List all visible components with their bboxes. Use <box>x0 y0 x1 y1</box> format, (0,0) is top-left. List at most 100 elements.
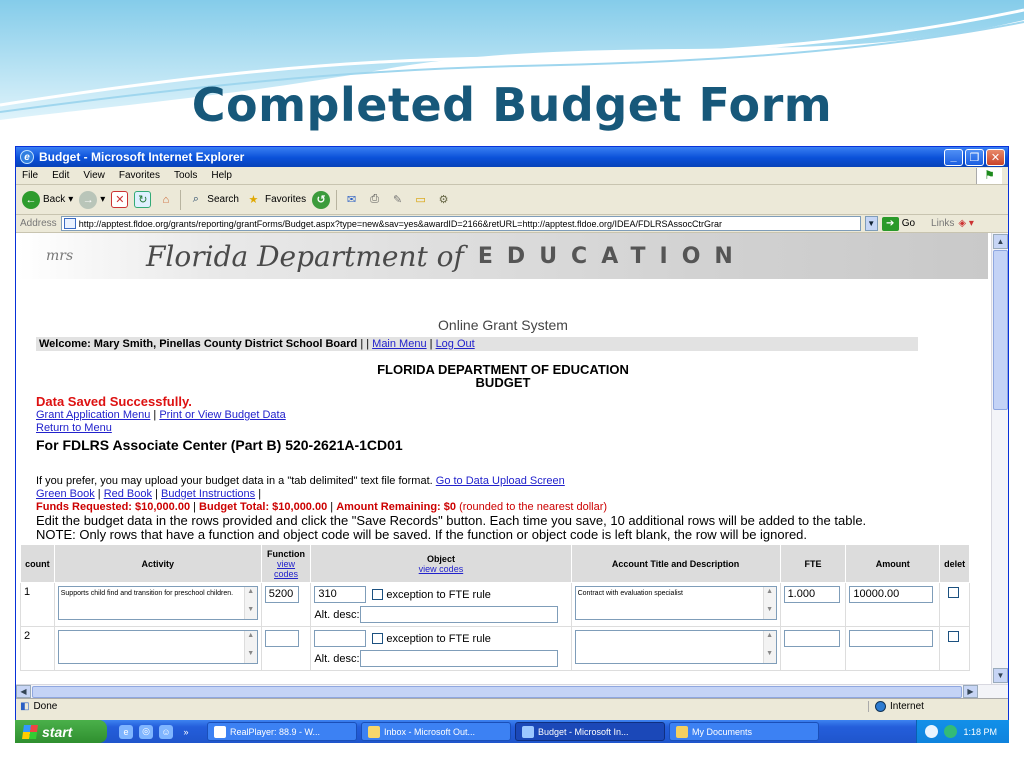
delete-checkbox[interactable] <box>947 630 959 642</box>
function-cell <box>260 626 312 671</box>
account-textarea[interactable]: ▲ ▼ <box>574 630 777 664</box>
menu-favorites[interactable]: Favorites <box>119 170 160 181</box>
nav-links-row: Grant Application Menu | Print or View B… <box>36 409 970 422</box>
home-icon[interactable]: ⌂ <box>157 191 174 208</box>
links-menu-icon[interactable]: ◈ ▾ <box>958 218 974 229</box>
table-row: 2 ▲ ▼ exception to FTE rule Alt. desc: ▲… <box>20 626 970 671</box>
amount-input[interactable] <box>849 630 934 647</box>
status-text: Done <box>33 701 58 712</box>
menu-help[interactable]: Help <box>211 170 232 181</box>
back-button[interactable]: ← Back ▾ <box>22 190 74 209</box>
close-button[interactable]: ✕ <box>986 148 1005 166</box>
scrollbar-thumb[interactable] <box>993 250 1008 410</box>
alt-desc-label: Alt. desc: <box>314 652 360 665</box>
ie-quicklaunch-icon[interactable]: e <box>119 724 133 739</box>
textarea-scrollbar[interactable]: ▲ ▼ <box>243 631 257 663</box>
budget-instructions-link[interactable]: Budget Instructions <box>161 488 255 500</box>
scroll-down-icon[interactable]: ▼ <box>993 668 1008 683</box>
mail-icon[interactable]: ✉ <box>343 191 360 208</box>
object-view-codes-link[interactable]: view codes <box>419 564 464 574</box>
link-separator: | <box>330 501 334 513</box>
fte-exception-checkbox[interactable] <box>372 633 384 645</box>
windows-logo-icon: ⚑ <box>976 167 1002 184</box>
address-input[interactable]: http://apptest.fldoe.org/grants/reportin… <box>60 216 861 231</box>
taskbar-item-my-documents[interactable]: My Documents <box>669 722 819 741</box>
amount-input[interactable]: 10000.00 <box>849 586 934 603</box>
links-button[interactable]: Links <box>931 218 954 229</box>
textarea-scrollbar[interactable]: ▲ ▼ <box>243 587 257 619</box>
save-note: NOTE: Only rows that have a function and… <box>36 527 808 542</box>
account-header: Account Title and Description <box>570 544 781 583</box>
upload-text: If you prefer, you may upload your budge… <box>36 475 433 487</box>
edit-icon[interactable]: ✎ <box>389 191 406 208</box>
tray-expand-icon[interactable] <box>925 725 939 738</box>
activity-textarea[interactable]: ▲ ▼ <box>57 630 258 664</box>
function-input[interactable] <box>264 630 299 647</box>
search-label: Search <box>207 194 239 205</box>
search-button[interactable]: ⌕ Search <box>187 191 239 208</box>
minimize-button[interactable]: _ <box>944 148 963 166</box>
data-upload-link[interactable]: Go to Data Upload Screen <box>436 475 565 487</box>
horizontal-scrollbar[interactable]: ◀ ▶ <box>16 684 1008 698</box>
menu-file[interactable]: File <box>22 170 38 181</box>
taskbar-item-inbox[interactable]: Inbox - Microsoft Out... <box>361 722 511 741</box>
forward-button[interactable]: → ▾ <box>79 190 105 209</box>
folder-icon[interactable]: ▭ <box>412 191 429 208</box>
favorites-button[interactable]: ★ Favorites <box>245 191 307 208</box>
scroll-left-icon[interactable]: ◀ <box>16 685 31 698</box>
print-budget-link[interactable]: Print or View Budget Data <box>159 409 285 421</box>
horizontal-scrollbar-thumb[interactable] <box>32 685 962 698</box>
page-content: mrs Florida Department of EDUCATION Onli… <box>18 233 988 684</box>
window-controls: _ ❐ ✕ <box>944 148 1005 166</box>
refresh-icon[interactable]: ↻ <box>134 191 152 208</box>
address-dropdown-button[interactable]: ▼ <box>864 216 878 231</box>
back-label: Back <box>43 194 66 205</box>
taskbar-item-realplayer[interactable]: RealPlayer: 88.9 - W... <box>207 722 357 741</box>
outlook-quicklaunch-icon[interactable]: ◎ <box>139 724 153 739</box>
function-view-codes-link[interactable]: view codes <box>271 559 301 579</box>
alt-desc-input[interactable] <box>359 650 558 667</box>
messenger-icon[interactable]: ⚙ <box>435 191 452 208</box>
chevron-down-icon: ▾ <box>68 194 74 205</box>
green-book-link[interactable]: Green Book <box>36 488 95 500</box>
grant-application-menu-link[interactable]: Grant Application Menu <box>36 409 150 421</box>
fte-input[interactable] <box>783 630 840 647</box>
messenger-quicklaunch-icon[interactable]: ☺ <box>159 724 173 739</box>
object-input[interactable] <box>314 630 367 647</box>
fte-input[interactable]: 1.000 <box>783 586 840 603</box>
taskbar-item-budget[interactable]: Budget - Microsoft In... <box>515 722 665 741</box>
return-to-menu-link[interactable]: Return to Menu <box>36 422 112 434</box>
main-menu-link[interactable]: Main Menu <box>372 338 426 350</box>
account-textarea[interactable]: Contract with evaluation specialist ▲ ▼ <box>574 586 777 620</box>
vertical-scrollbar[interactable]: ▲ ▼ <box>991 233 1008 684</box>
history-icon[interactable]: ↺ <box>312 190 331 209</box>
red-book-link[interactable]: Red Book <box>104 488 152 500</box>
function-input[interactable]: 5200 <box>264 586 299 603</box>
object-input[interactable]: 310 <box>314 586 367 603</box>
menu-view[interactable]: View <box>83 170 105 181</box>
textarea-scrollbar[interactable]: ▲ ▼ <box>762 631 776 663</box>
system-tray: 1:18 PM <box>916 720 1009 743</box>
window-titlebar[interactable]: e Budget - Microsoft Internet Explorer _… <box>16 147 1008 167</box>
menu-edit[interactable]: Edit <box>52 170 69 181</box>
scroll-up-icon[interactable]: ▲ <box>993 234 1008 249</box>
menu-tools[interactable]: Tools <box>174 170 197 181</box>
more-quicklaunch-icon[interactable]: » <box>179 725 193 739</box>
network-icon[interactable] <box>944 725 958 738</box>
scroll-right-icon[interactable]: ▶ <box>963 685 978 698</box>
textarea-scrollbar[interactable]: ▲ ▼ <box>762 587 776 619</box>
delete-checkbox[interactable] <box>947 586 959 598</box>
delete-cell <box>939 582 970 627</box>
alt-desc-input[interactable] <box>359 606 558 623</box>
go-button[interactable]: ➔ Go <box>881 216 915 231</box>
print-icon[interactable]: ⎙ <box>366 191 383 208</box>
fte-exception-checkbox[interactable] <box>372 589 384 601</box>
clock: 1:18 PM <box>963 726 997 737</box>
delete-cell <box>939 626 970 671</box>
start-button[interactable]: start <box>15 720 107 743</box>
activity-textarea[interactable]: Supports child find and transition for p… <box>57 586 258 620</box>
log-out-link[interactable]: Log Out <box>436 338 475 350</box>
restore-button[interactable]: ❐ <box>965 148 984 166</box>
stop-icon[interactable]: ✕ <box>111 191 129 208</box>
back-arrow-icon: ← <box>22 190 40 209</box>
